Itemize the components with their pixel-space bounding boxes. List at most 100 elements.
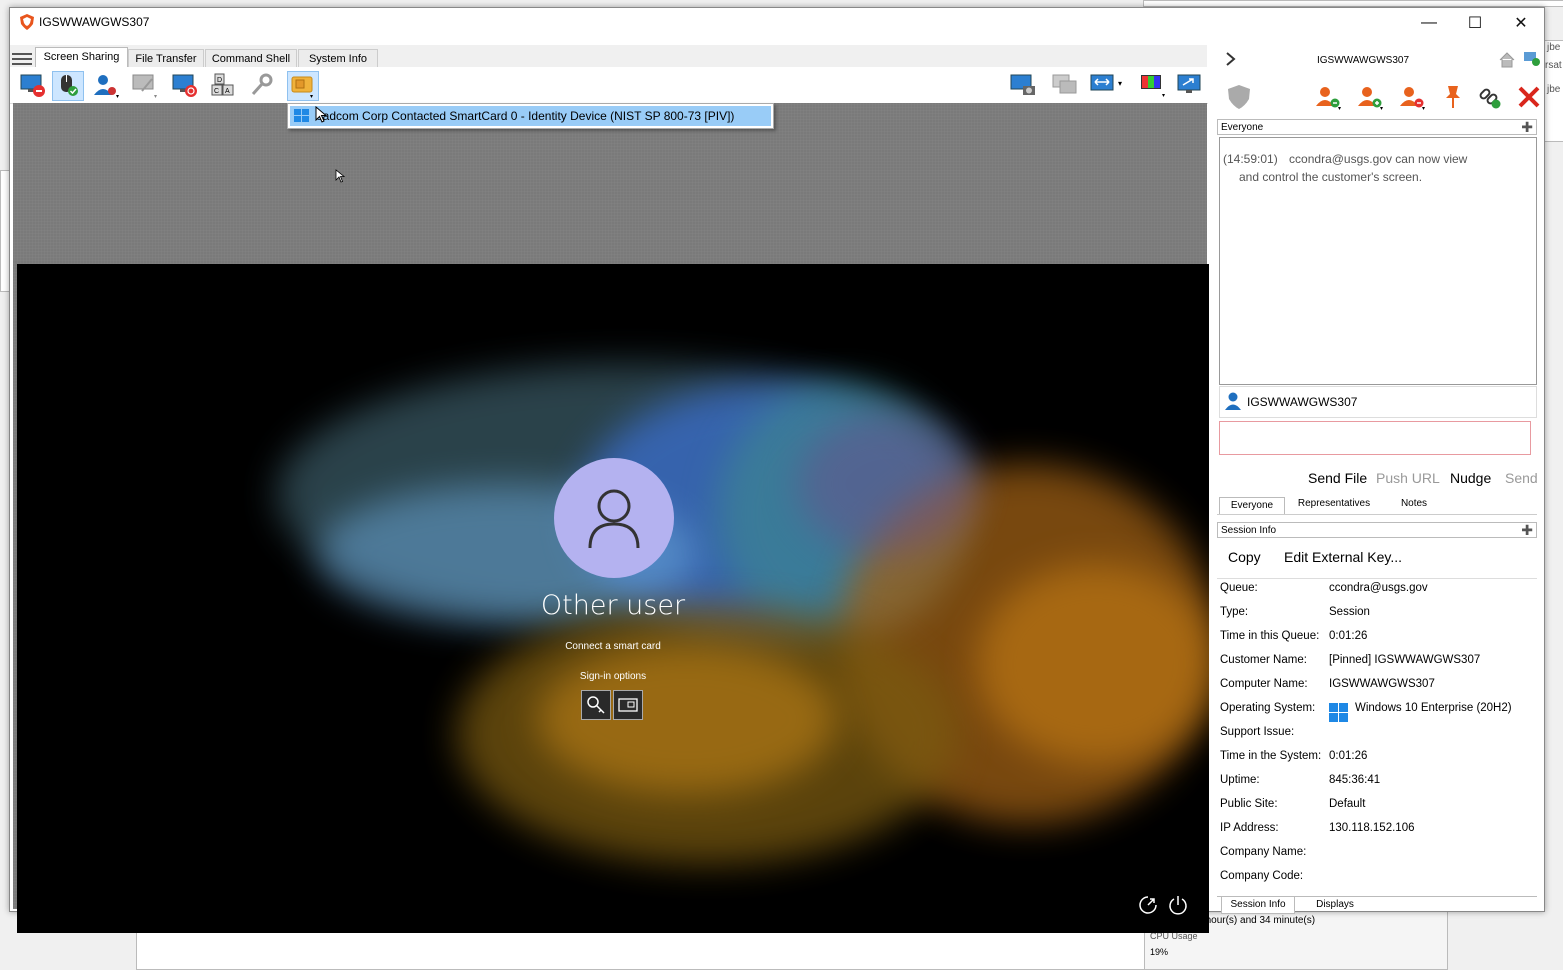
signin-smartcard-button[interactable] <box>613 690 643 720</box>
chat-header-label: Everyone <box>1221 122 1264 133</box>
chat-tab-notes[interactable]: Notes <box>1389 496 1439 512</box>
send-file-button[interactable]: Send File <box>1308 470 1367 486</box>
edit-external-key-button[interactable]: Edit External Key... <box>1284 549 1402 565</box>
ctrl-alt-del-icon[interactable]: DC A <box>209 71 239 99</box>
session-bottom-tabs: Session Info Displays <box>1217 896 1537 914</box>
pin-icon[interactable] <box>1443 84 1463 110</box>
mouse-cursor-icon <box>315 106 327 123</box>
send-button[interactable]: Send <box>1505 470 1538 486</box>
tab-command-shell[interactable]: Command Shell <box>205 49 297 68</box>
chat-tab-representatives[interactable]: Representatives <box>1289 496 1379 512</box>
chat-log[interactable]: (14:59:01) ccondra@usgs.gov can now view… <box>1219 137 1537 385</box>
session-info-table: Queue: ccondra@usgs.gov Type: Session Ti… <box>1217 578 1537 897</box>
session-info-header: Session Info ✚ <box>1217 522 1537 538</box>
power-icon[interactable] <box>1167 894 1189 916</box>
info-value-public-site: Default <box>1329 798 1366 810</box>
smartcard-dropdown-item[interactable]: oadcom Corp Contacted SmartCard 0 - Iden… <box>290 106 771 126</box>
multi-monitor-icon[interactable] <box>1050 71 1080 99</box>
new-session-icon[interactable] <box>1523 51 1541 67</box>
tab-system-info[interactable]: System Info <box>298 49 378 68</box>
info-label-uptime: Uptime: <box>1220 774 1260 786</box>
svg-text:C: C <box>214 88 219 95</box>
smartcard-button[interactable]: ▾ <box>287 71 319 101</box>
tab-screen-sharing[interactable]: Screen Sharing <box>35 47 128 68</box>
scale-screen-icon[interactable]: ▾ <box>1088 71 1132 99</box>
remove-rep-icon[interactable]: ▾ <box>1397 84 1427 110</box>
accessibility-icon[interactable] <box>1137 894 1159 916</box>
mouse-control-icon <box>61 75 78 96</box>
background-window-top <box>1143 0 1563 7</box>
signin-key-button[interactable] <box>581 690 611 720</box>
color-quality-icon[interactable]: ▾ <box>1138 71 1168 99</box>
tab-file-transfer[interactable]: File Transfer <box>128 49 204 68</box>
svg-text:▾: ▾ <box>1338 106 1341 110</box>
login-user-name: Other user <box>540 590 686 621</box>
bottom-tab-displays[interactable]: Displays <box>1303 897 1367 913</box>
smartcard-icon: ▾ <box>291 76 313 100</box>
chat-recipient-name: IGSWWAWGWS307 <box>1247 395 1358 409</box>
svg-text:▾: ▾ <box>1422 106 1425 110</box>
screenshot-icon[interactable] <box>1008 71 1038 99</box>
chat-timestamp: (14:59:01) <box>1223 152 1278 166</box>
customer-user-icon <box>1225 392 1241 410</box>
info-label-computer-name: Computer Name: <box>1220 678 1308 690</box>
hamburger-menu-icon[interactable] <box>12 50 32 66</box>
info-value-ip-address: 130.118.152.106 <box>1329 822 1415 834</box>
remote-desktop[interactable]: Other user Connect a smart card Sign-in … <box>17 264 1209 933</box>
fullscreen-icon[interactable] <box>1175 71 1205 99</box>
svg-text:▾: ▾ <box>154 94 157 99</box>
home-icon[interactable] <box>1499 52 1515 68</box>
remote-support-window: IGSWWAWGWS307 — ☐ ✕ Screen Sharing File … <box>9 7 1545 933</box>
svg-text:▾: ▾ <box>1380 106 1383 110</box>
share-link-icon[interactable] <box>1477 84 1503 110</box>
svg-text:▾: ▾ <box>116 94 119 99</box>
reboot-icon[interactable] <box>170 71 200 99</box>
add-rep-icon[interactable]: ▾ <box>1355 84 1385 110</box>
key-icon <box>587 696 605 714</box>
credentials-key-icon[interactable] <box>247 71 277 99</box>
info-label-queue: Queue: <box>1220 582 1258 594</box>
info-value-queue: ccondra@usgs.gov <box>1329 582 1428 594</box>
collapse-chevron-icon[interactable] <box>1224 51 1238 67</box>
chat-tabs: Everyone Representatives Notes <box>1217 496 1537 515</box>
session-info-header-label: Session Info <box>1221 525 1277 536</box>
info-label-time-in-system: Time in the System: <box>1220 750 1322 762</box>
annotate-icon[interactable]: ▾ <box>130 71 160 99</box>
stop-sharing-icon[interactable] <box>18 71 48 99</box>
mouse-control-button[interactable] <box>52 71 84 101</box>
session-expand-plus-icon[interactable]: ✚ <box>1521 522 1533 538</box>
user-settings-icon[interactable]: ▾ <box>90 71 120 99</box>
title-bar[interactable]: IGSWWAWGWS307 — ☐ ✕ <box>10 8 1544 37</box>
info-value-type: Session <box>1329 606 1370 618</box>
connect-smartcard-text: Connect a smart card <box>565 641 661 652</box>
svg-text:▾: ▾ <box>1118 79 1122 88</box>
copy-button[interactable]: Copy <box>1228 549 1261 565</box>
push-url-button[interactable]: Push URL <box>1376 470 1440 486</box>
smartcard-dropdown: oadcom Corp Contacted SmartCard 0 - Iden… <box>287 103 774 129</box>
svg-text:▾: ▾ <box>1162 93 1165 99</box>
invite-rep-icon[interactable]: ▾ <box>1313 84 1343 110</box>
info-label-public-site: Public Site: <box>1220 798 1278 810</box>
user-silhouette-icon <box>588 489 640 549</box>
user-avatar <box>554 458 674 578</box>
end-session-icon[interactable] <box>1517 85 1541 109</box>
info-label-time-in-queue: Time in this Queue: <box>1220 630 1320 642</box>
info-label-os: Operating System: <box>1220 702 1316 714</box>
close-button[interactable]: ✕ <box>1498 8 1544 37</box>
remote-screen-view[interactable]: Other user Connect a smart card Sign-in … <box>13 103 1209 933</box>
nudge-button[interactable]: Nudge <box>1450 470 1491 486</box>
expand-plus-icon[interactable]: ✚ <box>1521 119 1533 135</box>
minimize-button[interactable]: — <box>1406 8 1452 37</box>
bottom-tab-session-info[interactable]: Session Info <box>1221 897 1295 914</box>
smartcard-signin-icon <box>618 698 638 712</box>
chat-tab-everyone[interactable]: Everyone <box>1219 497 1285 514</box>
info-value-os: Windows 10 Enterprise (20H2) <box>1355 702 1512 714</box>
signin-options-link[interactable]: Sign-in options <box>17 671 1209 682</box>
maximize-button[interactable]: ☐ <box>1452 8 1498 37</box>
info-value-computer-name: IGSWWAWGWS307 <box>1329 678 1435 690</box>
chat-input[interactable] <box>1219 421 1531 455</box>
info-label-company-name: Company Name: <box>1220 846 1307 858</box>
screen-sharing-toolbar: ▾ ▾ DCA ▾ ▾ ▾ <box>10 67 1208 104</box>
security-shield-icon <box>1228 85 1250 109</box>
session-computer-title: IGSWWAWGWS307 <box>1317 55 1410 66</box>
